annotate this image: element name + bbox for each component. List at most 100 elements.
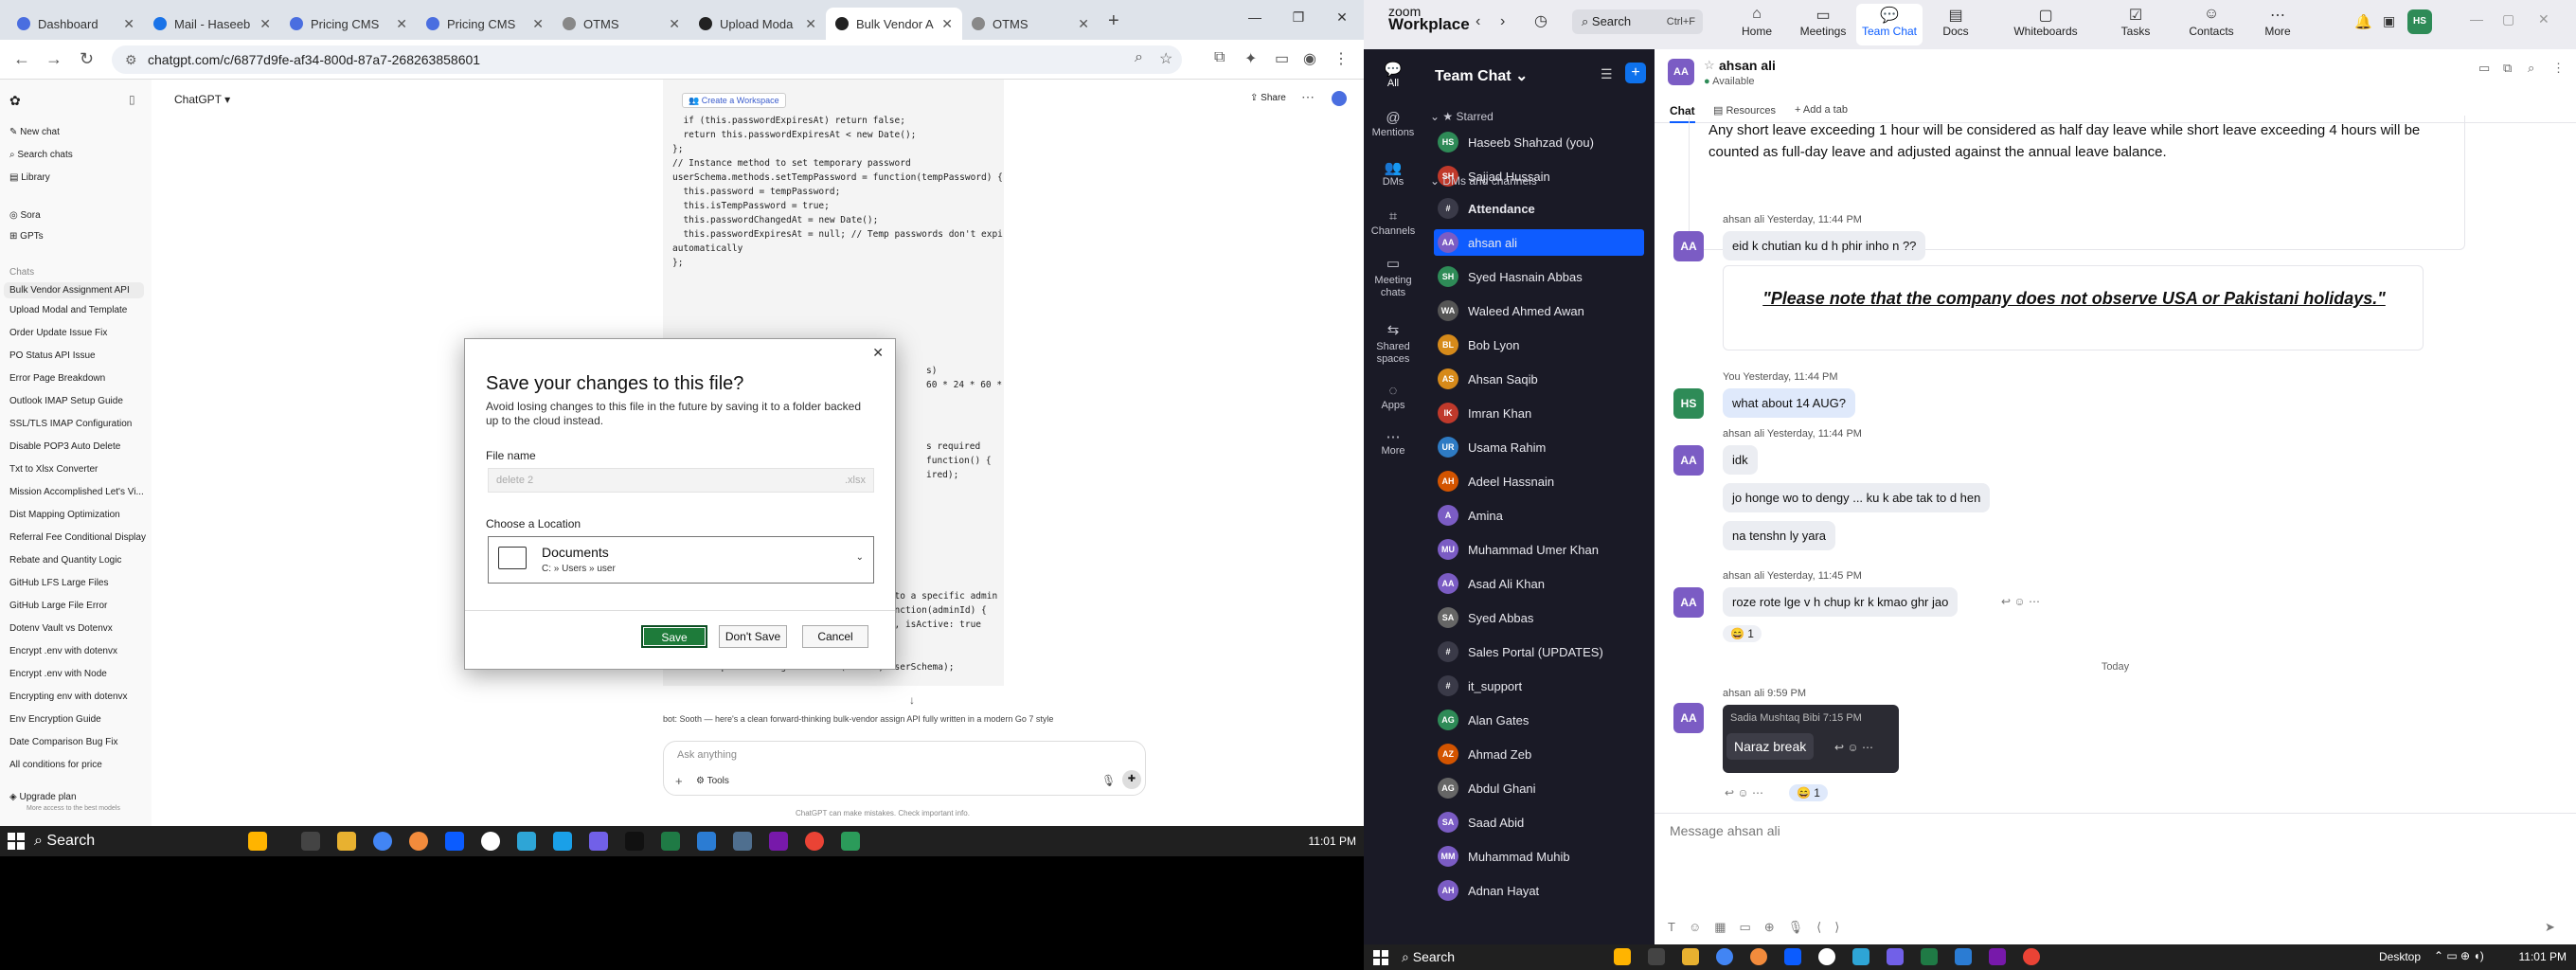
- chat-history-item[interactable]: Disable POP3 Auto Delete: [9, 441, 120, 452]
- menu-dots-icon[interactable]: ⋮: [1333, 49, 1349, 68]
- close-icon[interactable]: ✕: [123, 16, 134, 32]
- chat-history-item[interactable]: Encrypt .env with Node: [9, 669, 107, 679]
- taskbar-clock[interactable]: 11:01 PM: [2519, 944, 2567, 970]
- composer-toolbar[interactable]: T☺▦▭⊕🎙⟨⟩: [1668, 920, 1852, 935]
- chat-history-item[interactable]: PO Status API Issue: [9, 350, 96, 361]
- channel-item[interactable]: MU Muhammad Umer Khan: [1438, 536, 1655, 563]
- firefox-icon[interactable]: [409, 832, 428, 851]
- message-bubble-highlighted[interactable]: Sadia Mushtaq Bibi 7:15 PM Naraz break ↩…: [1723, 705, 1899, 773]
- chat-history-item[interactable]: GitHub LFS Large Files: [9, 578, 109, 588]
- message-bubble[interactable]: what about 14 AUG?: [1723, 388, 1855, 418]
- zoom-icon[interactable]: ⌕: [1135, 49, 1143, 66]
- copilot-icon[interactable]: [248, 832, 267, 851]
- search-chats-link[interactable]: ⌕ Search chats: [9, 150, 73, 160]
- browser-tab-active[interactable]: Bulk Vendor A ✕: [826, 8, 962, 40]
- chat-history-item[interactable]: Error Page Breakdown: [9, 373, 105, 384]
- reading-list-icon[interactable]: ▭: [1275, 49, 1289, 68]
- chat-history-item[interactable]: Encrypt .env with dotenvx: [9, 646, 117, 656]
- prompt-composer[interactable]: Ask anything + ⚙ Tools 🎙 ✚: [663, 741, 1146, 796]
- close-icon[interactable]: ✕: [805, 16, 816, 32]
- add-tab-link[interactable]: + Add a tab: [1795, 104, 1848, 116]
- new-chat-link[interactable]: ✎ New chat: [9, 127, 60, 137]
- browser-tab[interactable]: Mail - Haseeb ✕: [144, 8, 280, 40]
- close-icon[interactable]: ✕: [532, 16, 544, 32]
- zoom-search[interactable]: ⌕ Search Ctrl+F: [1572, 9, 1703, 34]
- scroll-down-icon[interactable]: ↓: [909, 693, 915, 707]
- maximize-icon[interactable]: ▢: [2502, 11, 2514, 27]
- chat-history-item[interactable]: Upload Modal and Template: [9, 305, 127, 315]
- close-icon[interactable]: ✕: [396, 16, 407, 32]
- channel-item[interactable]: SA Saad Abid: [1438, 809, 1655, 835]
- firefox-icon[interactable]: [1750, 948, 1767, 965]
- library-link[interactable]: ▤ Library: [9, 172, 50, 183]
- channel-item[interactable]: AZ Ahmad Zeb: [1438, 741, 1655, 767]
- channel-item[interactable]: AH Adnan Hayat: [1438, 877, 1655, 904]
- excel-icon[interactable]: [1921, 948, 1938, 965]
- rail-meeting-chats[interactable]: ▭ Meeting chats: [1364, 257, 1422, 299]
- app-icon[interactable]: [553, 832, 572, 851]
- back-icon[interactable]: ‹: [1476, 13, 1480, 30]
- create-workspace-popover[interactable]: 👥 Create a Workspace: [682, 93, 786, 108]
- rail-dms[interactable]: 👥 DMs: [1364, 159, 1422, 188]
- task-view-icon[interactable]: [1648, 948, 1665, 965]
- zoom-taskbar-icon[interactable]: [1784, 948, 1801, 965]
- reply-icon[interactable]: ↩ ☺ ⋯: [1725, 786, 1763, 799]
- channel-item[interactable]: UR Usama Rahim: [1438, 434, 1655, 460]
- channel-item[interactable]: AS Ahsan Saqib: [1438, 366, 1655, 392]
- add-attachment-icon[interactable]: +: [675, 774, 683, 788]
- forward-icon[interactable]: →: [45, 49, 63, 69]
- vscode-icon[interactable]: [697, 832, 716, 851]
- nav-whiteboards[interactable]: ▢ Whiteboards: [2003, 6, 2088, 38]
- url-field[interactable]: ⚙ chatgpt.com/c/6877d9fe-af34-800d-87a7-…: [112, 45, 1182, 74]
- windows-start-icon[interactable]: [1373, 950, 1388, 965]
- file-explorer-icon[interactable]: [337, 832, 356, 851]
- channel-item[interactable]: # Sales Portal (UPDATES): [1438, 638, 1655, 665]
- browser-tab[interactable]: Pricing CMS ✕: [280, 8, 417, 40]
- site-info-icon[interactable]: ⚙: [125, 45, 137, 74]
- taskbar-search[interactable]: ⌕ Search: [34, 826, 95, 856]
- app-icon[interactable]: [481, 832, 500, 851]
- channel-item[interactable]: SH Syed Hasnain Abbas: [1438, 263, 1655, 290]
- browser-tab[interactable]: Dashboard ✕: [8, 8, 144, 40]
- channel-item[interactable]: AH Adeel Hassnain: [1438, 468, 1655, 494]
- puzzle-icon[interactable]: ✦: [1244, 49, 1257, 68]
- chevron-down-icon[interactable]: ⌄: [856, 552, 864, 563]
- desktop-toolbar[interactable]: Desktop: [2379, 944, 2421, 970]
- app-icon[interactable]: [1887, 948, 1904, 965]
- profile-icon[interactable]: ◉: [1303, 49, 1316, 68]
- upgrade-plan-link[interactable]: ◈ Upgrade plan: [9, 792, 77, 802]
- browser-tab[interactable]: Upload Moda ✕: [689, 8, 826, 40]
- chat-search-icon[interactable]: ⌕: [2528, 61, 2534, 76]
- channel-item[interactable]: MM Muhammad Muhib: [1438, 843, 1655, 870]
- more-options-icon[interactable]: ⋯: [1301, 89, 1315, 105]
- reply-icon[interactable]: ↩ ☺ ⋯: [1834, 741, 1873, 754]
- app-icon[interactable]: [841, 832, 860, 851]
- user-avatar[interactable]: HS: [2407, 9, 2432, 34]
- zoom-taskbar-icon[interactable]: [445, 832, 464, 851]
- channel-item[interactable]: AG Alan Gates: [1438, 707, 1655, 733]
- close-icon[interactable]: ✕: [259, 16, 271, 32]
- channel-item[interactable]: AG Abdul Ghani: [1438, 775, 1655, 801]
- filter-icon[interactable]: ☰: [1601, 66, 1613, 82]
- message-input[interactable]: Message ahsan ali: [1670, 823, 1780, 838]
- vscode-icon[interactable]: [1955, 948, 1972, 965]
- file-name-input[interactable]: delete 2 .xlsx: [488, 468, 874, 493]
- prompt-input[interactable]: Ask anything: [677, 749, 737, 761]
- chat-title[interactable]: ahsan ali: [1719, 58, 1776, 73]
- chat-history-item[interactable]: Order Update Issue Fix: [9, 328, 107, 338]
- app-icon[interactable]: [1818, 948, 1835, 965]
- rail-channels[interactable]: ⌗ Channels: [1364, 208, 1422, 237]
- minimize-icon[interactable]: —: [2470, 11, 2483, 27]
- save-button[interactable]: Save: [641, 625, 707, 648]
- app-icon[interactable]: [1852, 948, 1869, 965]
- channel-item[interactable]: # Attendance: [1438, 195, 1655, 222]
- chrome-icon[interactable]: [1716, 948, 1733, 965]
- nav-tasks[interactable]: ☑ Tasks: [2102, 6, 2169, 38]
- system-tray-icons[interactable]: ⌃ ▭ ⊕ ◖): [2434, 949, 2484, 962]
- tools-button[interactable]: ⚙ Tools: [696, 776, 729, 786]
- onenote-icon[interactable]: [769, 832, 788, 851]
- chat-history-item[interactable]: Outlook IMAP Setup Guide: [9, 396, 123, 406]
- chat-history-item[interactable]: Dist Mapping Optimization: [9, 510, 120, 520]
- rail-all[interactable]: 💬 All: [1364, 61, 1422, 89]
- browser-tab[interactable]: OTMS ✕: [553, 8, 689, 40]
